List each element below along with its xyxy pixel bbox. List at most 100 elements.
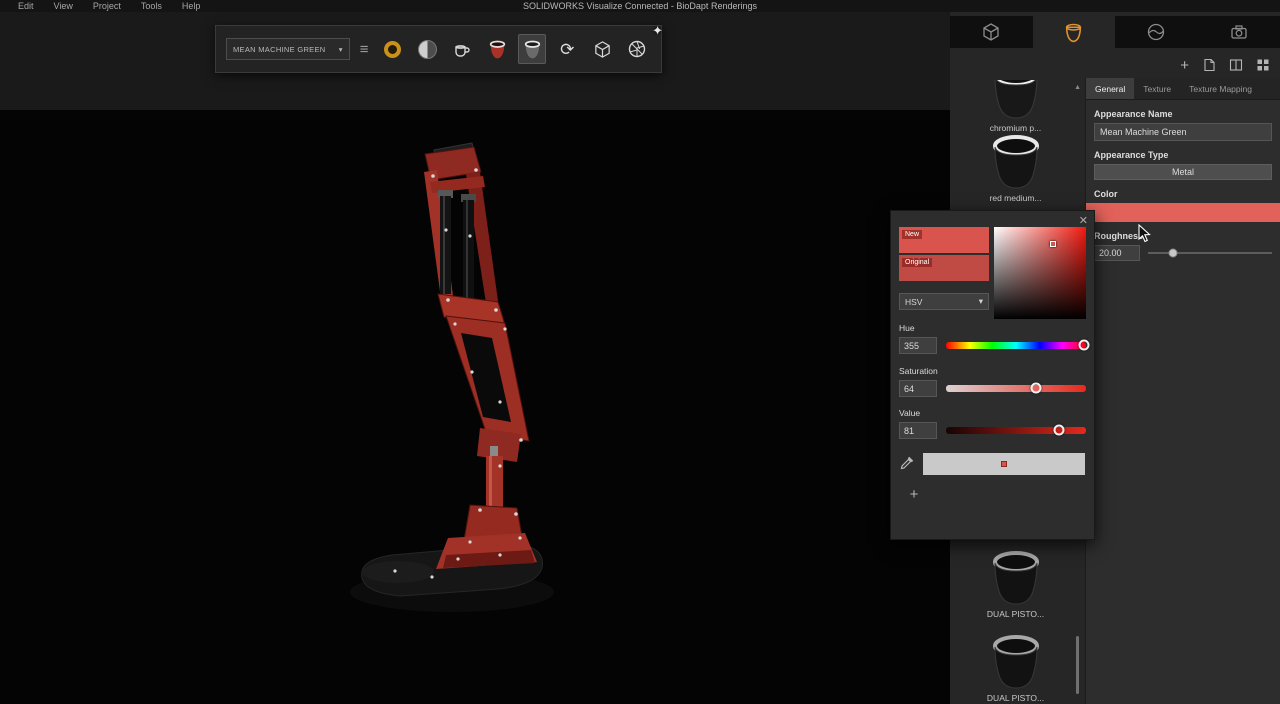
saturation-slider-handle[interactable] xyxy=(1030,383,1041,394)
tab-texture-mapping[interactable]: Texture Mapping xyxy=(1180,78,1261,99)
tab-models[interactable] xyxy=(950,16,1033,48)
texture-cup-button[interactable] xyxy=(448,34,476,64)
appearance-type-label: Appearance Type xyxy=(1094,150,1272,160)
camera-icon xyxy=(1229,22,1249,42)
active-appearance-button[interactable] xyxy=(518,34,546,64)
library-action-bar: + xyxy=(950,52,1280,78)
appearance-preset-dropdown[interactable]: MEAN MACHINE GREEN ▾ xyxy=(226,38,350,60)
menu-help[interactable]: Help xyxy=(182,1,201,11)
cube-icon xyxy=(981,22,1001,42)
roughness-slider[interactable] xyxy=(1148,245,1272,261)
appearance-toolbar: ✦ MEAN MACHINE GREEN ▾ ≡ xyxy=(215,25,662,73)
viewport[interactable]: ✦ MEAN MACHINE GREEN ▾ ≡ xyxy=(0,12,950,704)
render-button[interactable] xyxy=(623,34,651,64)
mouse-cursor xyxy=(1138,224,1152,249)
color-picker-dialog: ✕ New Original HSV ▾ Hue 355 Saturation … xyxy=(890,210,1095,540)
grid-icon xyxy=(1256,58,1270,72)
saturation-slider[interactable] xyxy=(946,380,1086,397)
material-bucket-icon xyxy=(988,80,1044,122)
export-page-icon xyxy=(1202,58,1216,72)
menu-project[interactable]: Project xyxy=(93,1,121,11)
list-item[interactable]: DUAL PISTO... xyxy=(950,550,1081,619)
roughness-field[interactable]: 20.00 xyxy=(1094,245,1140,261)
aperture-icon xyxy=(627,39,647,59)
appearance-type-dropdown[interactable]: Metal xyxy=(1094,164,1272,180)
close-icon[interactable]: ✕ xyxy=(1079,214,1088,227)
color-mode-value: HSV xyxy=(905,297,922,307)
chevron-down-icon: ▾ xyxy=(339,45,343,54)
appearance-name-field[interactable]: Mean Machine Green xyxy=(1094,123,1272,141)
sv-selector[interactable] xyxy=(1050,241,1056,247)
eyedropper-icon xyxy=(899,455,915,471)
tab-general[interactable]: General xyxy=(1086,78,1134,99)
project-box-button[interactable] xyxy=(588,34,616,64)
material-bucket-icon xyxy=(988,134,1044,192)
gold-sphere-icon xyxy=(384,41,401,58)
appearance-item-label: red medium... xyxy=(950,193,1081,203)
appearance-name-label: Appearance Name xyxy=(1094,109,1272,119)
split-sphere-icon xyxy=(418,40,437,59)
list-item[interactable]: DUAL PISTO... xyxy=(950,634,1081,703)
library-scrollbar[interactable] xyxy=(1076,636,1079,694)
tab-appearances[interactable] xyxy=(1033,16,1116,48)
menu-edit[interactable]: Edit xyxy=(18,1,34,11)
color-compare-bar[interactable] xyxy=(923,453,1085,475)
roughness-slider-handle[interactable] xyxy=(1168,249,1177,258)
saturation-value-field[interactable] xyxy=(994,227,1086,319)
hue-label: Hue xyxy=(899,323,915,333)
add-saved-color-button[interactable]: + xyxy=(905,485,923,503)
value-slider-track xyxy=(946,427,1086,434)
gold-material-button[interactable] xyxy=(379,34,407,64)
new-color-swatch[interactable]: New xyxy=(899,227,989,253)
cup-icon xyxy=(452,39,472,59)
tab-environments[interactable] xyxy=(1115,16,1198,48)
window-title: SOLIDWORKS Visualize Connected - BioDapt… xyxy=(523,1,757,11)
paint-bucket-icon xyxy=(1063,22,1084,43)
appearance-preset-label: MEAN MACHINE GREEN xyxy=(233,45,326,54)
color-label: Color xyxy=(1094,189,1272,199)
red-appearance-button[interactable] xyxy=(483,34,511,64)
box-icon xyxy=(593,40,612,59)
eyedropper-button[interactable] xyxy=(899,455,915,476)
columns-icon xyxy=(1229,58,1243,72)
palette-tab-bar xyxy=(950,16,1280,48)
value-slider-handle[interactable] xyxy=(1054,425,1065,436)
material-bucket-icon xyxy=(988,634,1044,692)
saturation-label: Saturation xyxy=(899,366,938,376)
import-appearance-button[interactable] xyxy=(1202,58,1216,72)
color-mode-dropdown[interactable]: HSV ▾ xyxy=(899,293,989,310)
material-bucket-icon xyxy=(988,550,1044,608)
red-paint-bucket-icon xyxy=(487,39,508,60)
split-material-button[interactable] xyxy=(413,34,441,64)
original-color-swatch[interactable]: Original xyxy=(899,255,989,281)
grid-view-button[interactable] xyxy=(1256,58,1270,72)
preset-list-icon[interactable]: ≡ xyxy=(357,42,372,57)
render-canvas[interactable] xyxy=(0,110,950,704)
list-item[interactable]: red medium... xyxy=(950,134,1081,203)
refresh-icon: ⟳ xyxy=(560,41,574,58)
appearance-item-label: DUAL PISTO... xyxy=(950,609,1081,619)
value-field[interactable]: 81 xyxy=(899,422,937,439)
tab-texture[interactable]: Texture xyxy=(1134,78,1180,99)
appearance-item-label: DUAL PISTO... xyxy=(950,693,1081,703)
value-slider[interactable] xyxy=(946,422,1086,439)
pin-star-icon[interactable]: ✦ xyxy=(652,23,663,39)
refresh-button[interactable]: ⟳ xyxy=(553,34,581,64)
tab-cameras[interactable] xyxy=(1198,16,1280,48)
mini-color-chip xyxy=(1001,461,1007,467)
roughness-row: 20.00 xyxy=(1094,245,1272,261)
menu-view[interactable]: View xyxy=(54,1,73,11)
environment-sphere-icon xyxy=(1146,22,1166,42)
list-item[interactable]: chromium p... xyxy=(950,80,1081,133)
hue-slider-handle[interactable] xyxy=(1079,340,1090,351)
hue-field[interactable]: 355 xyxy=(899,337,937,354)
color-swatch[interactable] xyxy=(1086,203,1280,222)
menu-tools[interactable]: Tools xyxy=(141,1,162,11)
appearance-properties: General Texture Texture Mapping Appearan… xyxy=(1085,78,1280,704)
value-label: Value xyxy=(899,408,920,418)
hue-slider[interactable] xyxy=(946,337,1086,354)
app-window: Edit View Project Tools Help SOLIDWORKS … xyxy=(0,0,1280,704)
saturation-field[interactable]: 64 xyxy=(899,380,937,397)
layout-columns-button[interactable] xyxy=(1229,58,1243,72)
add-appearance-button[interactable]: + xyxy=(1180,58,1189,73)
